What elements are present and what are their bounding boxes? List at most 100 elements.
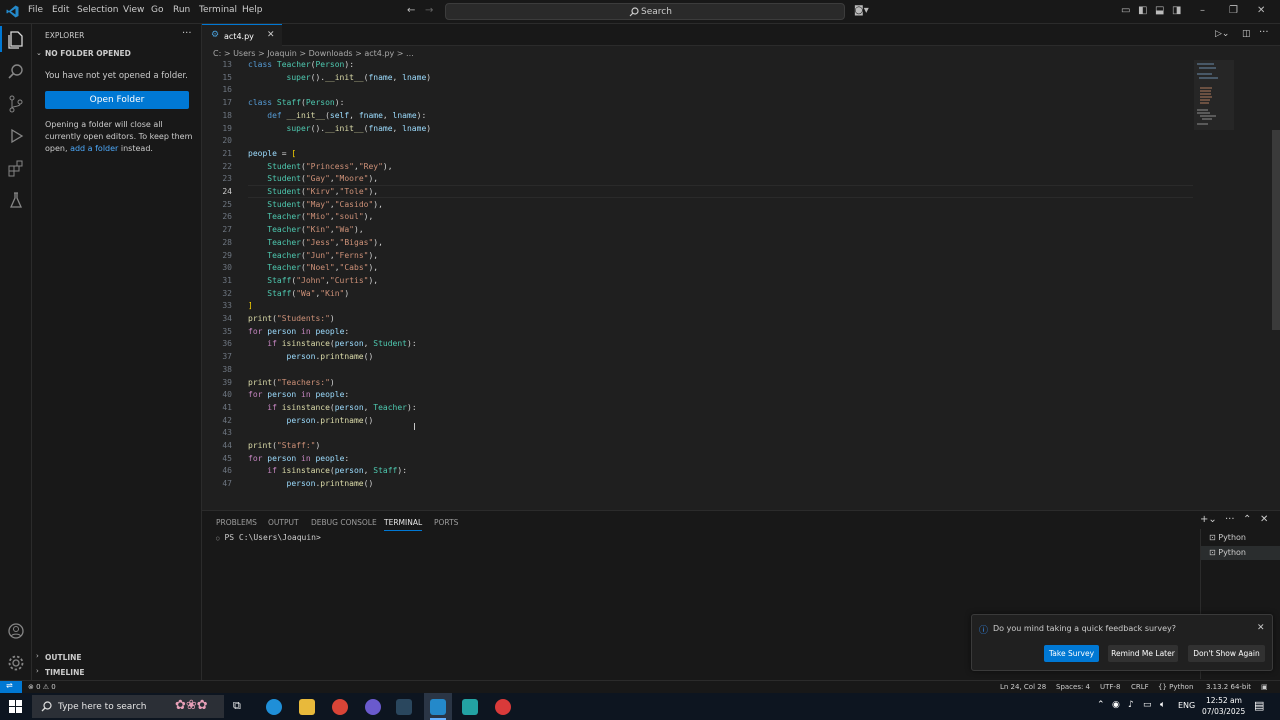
code-line[interactable]: class Staff(Person): bbox=[248, 98, 344, 107]
take-survey-button[interactable]: Take Survey bbox=[1044, 645, 1099, 662]
close-panel-icon[interactable]: ✕ bbox=[1260, 514, 1268, 525]
maximize-panel-icon[interactable]: ⌃ bbox=[1243, 514, 1251, 525]
outline-section[interactable]: OUTLINE bbox=[45, 653, 82, 662]
menu-terminal[interactable]: Terminal bbox=[199, 5, 237, 15]
editor-scrollbar[interactable] bbox=[1272, 130, 1280, 330]
open-folder-button[interactable]: Open Folder bbox=[45, 91, 189, 109]
taskbar-search-box[interactable]: Type here to search ✿❀✿ bbox=[32, 695, 224, 718]
app-icon[interactable] bbox=[365, 699, 381, 715]
clock-time[interactable]: 12:52 am bbox=[1206, 696, 1242, 705]
notifications-bell-icon[interactable]: ▣ bbox=[1261, 683, 1268, 691]
more-actions-icon[interactable]: ··· bbox=[182, 28, 192, 39]
action-center-icon[interactable]: ▤ bbox=[1254, 699, 1264, 712]
chevron-down-icon[interactable]: ⌄ bbox=[36, 49, 42, 57]
menu-run[interactable]: Run bbox=[173, 5, 190, 15]
code-line[interactable]: if isinstance(person, Student): bbox=[248, 339, 416, 348]
more-actions-icon[interactable]: ··· bbox=[1259, 27, 1269, 38]
menu-view[interactable]: View bbox=[123, 5, 144, 15]
clock-date[interactable]: 07/03/2025 bbox=[1202, 707, 1245, 716]
code-line[interactable]: def __init__(self, fname, lname): bbox=[248, 111, 426, 120]
code-line[interactable]: Teacher("Kin","Wa"), bbox=[248, 225, 363, 234]
remind-later-button[interactable]: Remind Me Later bbox=[1108, 645, 1178, 662]
code-line[interactable]: for person in people: bbox=[248, 327, 349, 336]
menu-edit[interactable]: Edit bbox=[52, 5, 69, 15]
close-tab-icon[interactable]: ✕ bbox=[267, 30, 275, 40]
command-center-search[interactable]: Search bbox=[445, 3, 845, 20]
tab-ports[interactable]: PORTS bbox=[434, 518, 458, 527]
menu-file[interactable]: File bbox=[28, 5, 43, 15]
app-icon[interactable] bbox=[462, 699, 478, 715]
language-mode[interactable]: {} Python bbox=[1158, 683, 1193, 691]
tab-output[interactable]: OUTPUT bbox=[268, 518, 299, 527]
toggle-sidebar-icon[interactable]: ◧ bbox=[1138, 5, 1147, 16]
cursor-position[interactable]: Ln 24, Col 28 bbox=[1000, 683, 1046, 691]
toggle-panel-icon[interactable]: ⬓ bbox=[1155, 5, 1164, 16]
code-line[interactable]: person.printname() bbox=[248, 352, 374, 361]
code-line[interactable]: ] bbox=[248, 301, 253, 310]
app-icon[interactable] bbox=[495, 699, 511, 715]
end-of-line[interactable]: CRLF bbox=[1131, 683, 1149, 691]
tray-chevron-icon[interactable]: ⌃ bbox=[1097, 700, 1105, 710]
code-line[interactable]: Staff("Wa","Kin") bbox=[248, 289, 349, 298]
code-line[interactable]: print("Staff:") bbox=[248, 441, 320, 450]
code-line[interactable]: Student("Gay","Moore"), bbox=[248, 174, 378, 183]
search-view-icon[interactable] bbox=[6, 62, 26, 82]
language-indicator[interactable]: ENG bbox=[1178, 701, 1195, 710]
encoding[interactable]: UTF-8 bbox=[1100, 683, 1120, 691]
code-line[interactable]: for person in people: bbox=[248, 454, 349, 463]
extensions-icon[interactable] bbox=[6, 158, 26, 178]
code-line[interactable]: Student("Kirv","Tole"), bbox=[248, 187, 378, 196]
meet-now-icon[interactable]: ◉ bbox=[1112, 700, 1120, 710]
explorer-icon[interactable] bbox=[6, 30, 26, 50]
accounts-icon[interactable] bbox=[6, 621, 26, 641]
file-explorer-icon[interactable] bbox=[299, 699, 315, 715]
code-line[interactable]: print("Teachers:") bbox=[248, 378, 335, 387]
remote-indicator[interactable]: ⇌ bbox=[0, 681, 22, 693]
code-line[interactable]: Teacher("Jun","Ferns"), bbox=[248, 251, 378, 260]
code-line[interactable]: class Teacher(Person): bbox=[248, 60, 354, 69]
volume-icon[interactable]: 🔈︎ bbox=[1160, 700, 1165, 710]
windows-start-icon[interactable] bbox=[9, 700, 22, 713]
menu-selection[interactable]: Selection bbox=[77, 5, 118, 15]
dont-show-again-button[interactable]: Don't Show Again bbox=[1188, 645, 1265, 662]
edge-browser-icon[interactable] bbox=[266, 699, 282, 715]
chevron-right-icon[interactable]: › bbox=[36, 652, 39, 660]
no-folder-section-title[interactable]: NO FOLDER OPENED bbox=[45, 49, 131, 58]
terminal-output[interactable]: ○ PS C:\Users\Joaquin> bbox=[216, 533, 321, 542]
microphone-icon[interactable]: ♪ bbox=[1128, 700, 1134, 710]
code-line[interactable]: for person in people: bbox=[248, 390, 349, 399]
source-control-icon[interactable] bbox=[6, 94, 26, 114]
terminal-item-2[interactable]: ⊡ Python bbox=[1209, 548, 1246, 557]
chevron-right-icon[interactable]: › bbox=[36, 667, 39, 675]
vscode-taskbar-icon[interactable] bbox=[430, 699, 446, 715]
python-interpreter[interactable]: 3.13.2 64-bit bbox=[1206, 683, 1251, 691]
forward-arrow-icon[interactable]: → bbox=[425, 5, 433, 16]
new-terminal-icon[interactable]: +⌄ bbox=[1200, 514, 1217, 525]
chrome-browser-icon[interactable] bbox=[332, 699, 348, 715]
code-line[interactable]: super().__init__(fname, lname) bbox=[248, 124, 432, 133]
run-python-icon[interactable]: ▷⌄ bbox=[1215, 29, 1229, 39]
steam-icon[interactable] bbox=[396, 699, 412, 715]
testing-icon[interactable] bbox=[6, 190, 26, 210]
code-line[interactable]: if isinstance(person, Teacher): bbox=[248, 403, 416, 412]
code-line[interactable]: Staff("John","Curtis"), bbox=[248, 276, 378, 285]
breadcrumb[interactable]: C: > Users > Joaquin > Downloads > act4.… bbox=[213, 49, 414, 58]
code-line[interactable]: Teacher("Mio","soul"), bbox=[248, 212, 373, 221]
menu-go[interactable]: Go bbox=[151, 5, 163, 15]
minimize-icon[interactable]: – bbox=[1200, 5, 1205, 16]
code-line[interactable]: if isinstance(person, Staff): bbox=[248, 466, 407, 475]
toggle-secondary-sidebar-icon[interactable]: ◨ bbox=[1172, 5, 1181, 16]
network-icon[interactable]: ▭ bbox=[1143, 700, 1152, 710]
task-view-icon[interactable]: ⧉ bbox=[233, 699, 241, 713]
indentation[interactable]: Spaces: 4 bbox=[1056, 683, 1090, 691]
add-folder-link[interactable]: add a folder bbox=[70, 144, 118, 153]
code-line[interactable]: person.printname() bbox=[248, 416, 374, 425]
minimap[interactable] bbox=[1194, 60, 1234, 130]
split-editor-icon[interactable]: ◫ bbox=[1242, 29, 1251, 39]
code-editor[interactable]: 13 class Teacher(Person): 15 super().__ini… bbox=[202, 60, 1280, 510]
tab-problems[interactable]: PROBLEMS bbox=[216, 518, 257, 527]
timeline-section[interactable]: TIMELINE bbox=[45, 668, 84, 677]
tab-debug-console[interactable]: DEBUG CONSOLE bbox=[311, 518, 377, 527]
code-line[interactable]: Teacher("Noel","Cabs"), bbox=[248, 263, 378, 272]
close-notification-icon[interactable]: ✕ bbox=[1257, 623, 1265, 633]
